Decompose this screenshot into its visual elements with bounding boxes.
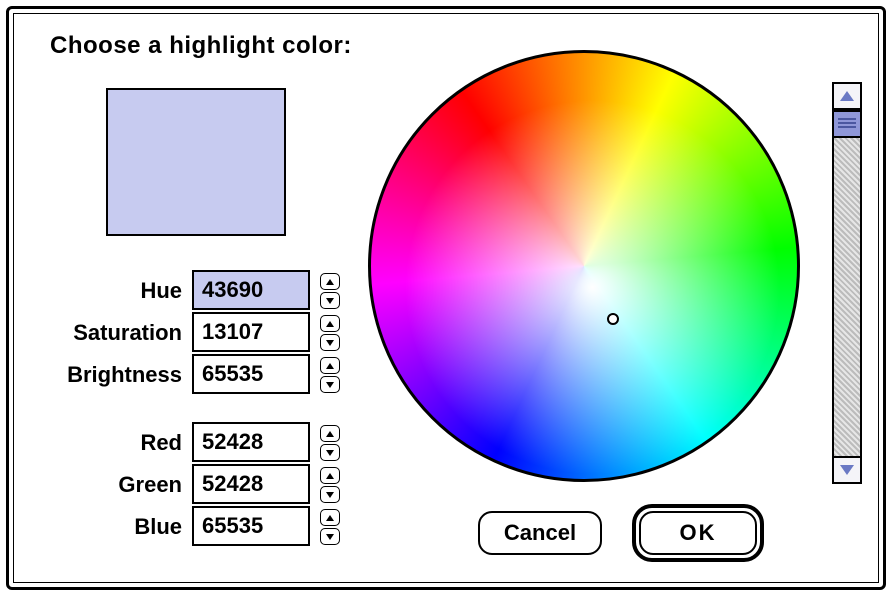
brightness-input[interactable]	[192, 354, 310, 394]
hue-step-down[interactable]	[320, 292, 340, 309]
dialog-title: Choose a highlight color:	[50, 32, 352, 60]
hue-stepper	[320, 273, 340, 309]
ok-button[interactable]: OK	[639, 511, 757, 555]
arrow-down-icon	[840, 465, 854, 475]
red-step-up[interactable]	[320, 425, 340, 442]
green-label: Green	[22, 472, 192, 498]
default-button-ring: OK	[632, 504, 764, 562]
saturation-input[interactable]	[192, 312, 310, 352]
hue-step-up[interactable]	[320, 273, 340, 290]
color-wheel[interactable]	[368, 50, 800, 482]
saturation-stepper	[320, 315, 340, 351]
arrow-up-icon	[326, 279, 334, 285]
red-step-down[interactable]	[320, 444, 340, 461]
value-fields: Hue Saturation Brightness	[22, 270, 352, 548]
saturation-step-up[interactable]	[320, 315, 340, 332]
brightness-row: Brightness	[22, 354, 352, 396]
arrow-down-icon	[326, 450, 334, 456]
arrow-up-icon	[326, 363, 334, 369]
green-row: Green	[22, 464, 352, 506]
arrow-up-icon	[326, 473, 334, 479]
blue-row: Blue	[22, 506, 352, 548]
cancel-button[interactable]: Cancel	[478, 511, 602, 555]
scrollbar-down-button[interactable]	[832, 456, 862, 484]
blue-input[interactable]	[192, 506, 310, 546]
brightness-step-up[interactable]	[320, 357, 340, 374]
brightness-scrollbar	[832, 82, 862, 484]
red-input[interactable]	[192, 422, 310, 462]
blue-stepper	[320, 509, 340, 545]
arrow-down-icon	[326, 534, 334, 540]
hsb-group: Hue Saturation Brightness	[22, 270, 352, 396]
color-picker-window: Choose a highlight color: Hue Saturation	[6, 6, 886, 590]
arrow-down-icon	[326, 382, 334, 388]
red-stepper	[320, 425, 340, 461]
brightness-stepper	[320, 357, 340, 393]
blue-step-up[interactable]	[320, 509, 340, 526]
blue-label: Blue	[22, 514, 192, 540]
green-step-down[interactable]	[320, 486, 340, 503]
arrow-up-icon	[840, 91, 854, 101]
scrollbar-up-button[interactable]	[832, 82, 862, 110]
hue-label: Hue	[22, 278, 192, 304]
rgb-group: Red Green Blue	[22, 422, 352, 548]
red-row: Red	[22, 422, 352, 464]
green-step-up[interactable]	[320, 467, 340, 484]
red-label: Red	[22, 430, 192, 456]
green-stepper	[320, 467, 340, 503]
arrow-up-icon	[326, 431, 334, 437]
hue-input[interactable]	[192, 270, 310, 310]
dialog-buttons: Cancel OK	[478, 504, 764, 562]
color-swatch	[106, 88, 286, 236]
saturation-label: Saturation	[22, 320, 192, 346]
arrow-down-icon	[326, 298, 334, 304]
saturation-step-down[interactable]	[320, 334, 340, 351]
arrow-up-icon	[326, 515, 334, 521]
hue-row: Hue	[22, 270, 352, 312]
brightness-label: Brightness	[22, 362, 192, 388]
arrow-up-icon	[326, 321, 334, 327]
arrow-down-icon	[326, 340, 334, 346]
arrow-down-icon	[326, 492, 334, 498]
window-inner: Choose a highlight color: Hue Saturation	[13, 13, 879, 583]
green-input[interactable]	[192, 464, 310, 504]
blue-step-down[interactable]	[320, 528, 340, 545]
scrollbar-thumb[interactable]	[834, 110, 860, 138]
saturation-row: Saturation	[22, 312, 352, 354]
color-wheel-cursor[interactable]	[607, 313, 619, 325]
brightness-step-down[interactable]	[320, 376, 340, 393]
scrollbar-track[interactable]	[832, 110, 862, 456]
